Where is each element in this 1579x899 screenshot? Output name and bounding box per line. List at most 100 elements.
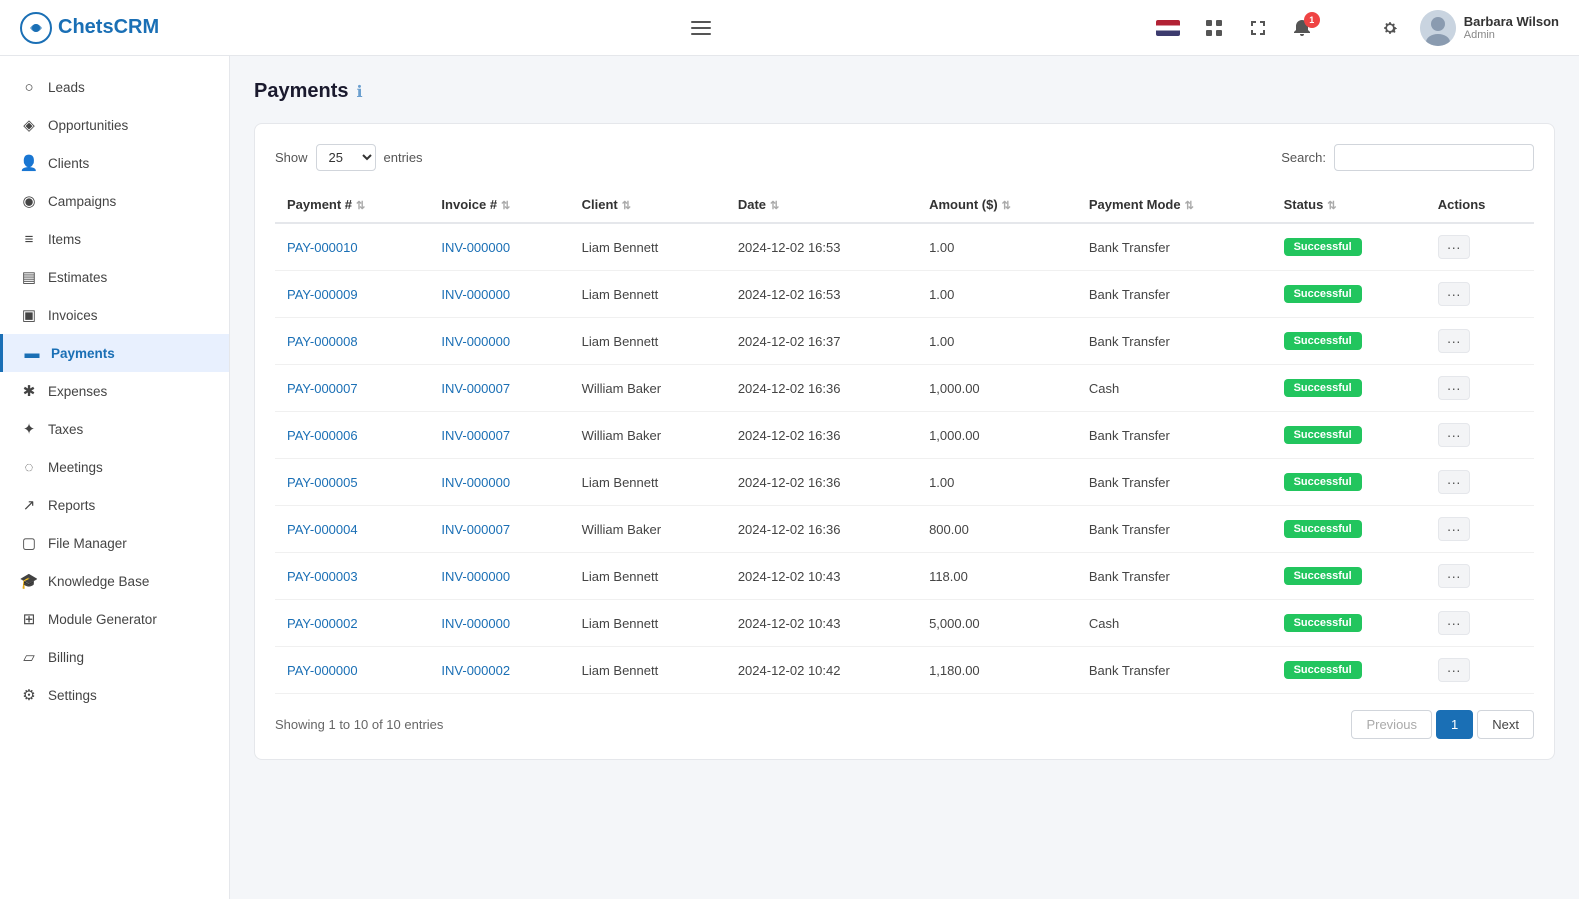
- fullscreen-button[interactable]: [1244, 14, 1272, 42]
- actions-button[interactable]: ···: [1438, 329, 1470, 353]
- sidebar-item-reports[interactable]: ↗Reports: [0, 486, 229, 524]
- cell-payment-mode: Bank Transfer: [1077, 506, 1272, 553]
- sidebar-item-settings[interactable]: ⚙Settings: [0, 676, 229, 714]
- expenses-icon: ✱: [20, 382, 38, 400]
- cell-client: William Baker: [570, 506, 726, 553]
- sidebar-item-payments[interactable]: ▬Payments: [0, 334, 229, 372]
- sidebar-label-meetings: Meetings: [48, 460, 103, 475]
- sidebar-item-items[interactable]: ≡Items: [0, 220, 229, 258]
- payment-link[interactable]: PAY-000004: [287, 522, 358, 537]
- cell-amount: 1,000.00: [917, 365, 1077, 412]
- actions-button[interactable]: ···: [1438, 611, 1470, 635]
- sidebar-item-invoices[interactable]: ▣Invoices: [0, 296, 229, 334]
- invoice-link[interactable]: INV-000002: [441, 663, 510, 678]
- entries-select[interactable]: 102550100: [316, 144, 376, 171]
- sidebar-label-leads: Leads: [48, 80, 85, 95]
- actions-button[interactable]: ···: [1438, 423, 1470, 447]
- invoice-link[interactable]: INV-000007: [441, 522, 510, 537]
- sidebar-item-file-manager[interactable]: ▢File Manager: [0, 524, 229, 562]
- hamburger-button[interactable]: [687, 17, 715, 39]
- sort-icon: ⇅: [356, 199, 365, 212]
- col-client[interactable]: Client⇅: [570, 187, 726, 223]
- search-input[interactable]: [1334, 144, 1534, 171]
- invoice-link[interactable]: INV-000000: [441, 287, 510, 302]
- previous-button[interactable]: Previous: [1351, 710, 1432, 739]
- payment-link[interactable]: PAY-000007: [287, 381, 358, 396]
- invoice-link[interactable]: INV-000000: [441, 334, 510, 349]
- flag-button[interactable]: [1152, 16, 1184, 40]
- sidebar-item-expenses[interactable]: ✱Expenses: [0, 372, 229, 410]
- col-status[interactable]: Status⇅: [1272, 187, 1426, 223]
- status-badge: Successful: [1284, 238, 1362, 256]
- invoice-link[interactable]: INV-000000: [441, 569, 510, 584]
- invoice-link[interactable]: INV-000007: [441, 428, 510, 443]
- actions-button[interactable]: ···: [1438, 235, 1470, 259]
- cell-amount: 118.00: [917, 553, 1077, 600]
- dark-mode-button[interactable]: [1332, 14, 1360, 42]
- app-logo[interactable]: ChetsCRM: [20, 12, 159, 44]
- payment-link[interactable]: PAY-000002: [287, 616, 358, 631]
- col-date[interactable]: Date⇅: [726, 187, 917, 223]
- sidebar-item-knowledge-base[interactable]: 🎓 Knowledge Base: [0, 562, 229, 600]
- invoice-link[interactable]: INV-000007: [441, 381, 510, 396]
- actions-button[interactable]: ···: [1438, 564, 1470, 588]
- app-name: ChetsCRM: [58, 16, 159, 39]
- cell-payment-num: PAY-000006: [275, 412, 429, 459]
- payment-link[interactable]: PAY-000000: [287, 663, 358, 678]
- grid-icon: [1204, 18, 1224, 38]
- invoice-link[interactable]: INV-000000: [441, 616, 510, 631]
- next-button[interactable]: Next: [1477, 710, 1534, 739]
- sidebar-item-leads[interactable]: ○Leads: [0, 68, 229, 106]
- sidebar-item-campaigns[interactable]: ◉Campaigns: [0, 182, 229, 220]
- cell-actions: ···: [1426, 318, 1534, 365]
- sidebar-item-clients[interactable]: 👤Clients: [0, 144, 229, 182]
- payment-link[interactable]: PAY-000009: [287, 287, 358, 302]
- sidebar-label-items: Items: [48, 232, 81, 247]
- user-avatar-area[interactable]: Barbara Wilson Admin: [1420, 10, 1559, 46]
- sidebar-item-module-generator[interactable]: ⊞Module Generator: [0, 600, 229, 638]
- cell-client: Liam Bennett: [570, 600, 726, 647]
- table-row: PAY-000004 INV-000007 William Baker 2024…: [275, 506, 1534, 553]
- payment-link[interactable]: PAY-000005: [287, 475, 358, 490]
- payment-link[interactable]: PAY-000003: [287, 569, 358, 584]
- col-payment_num[interactable]: Payment #⇅: [275, 187, 429, 223]
- invoices-icon: ▣: [20, 306, 38, 324]
- sidebar-item-opportunities[interactable]: ◈Opportunities: [0, 106, 229, 144]
- sidebar-item-estimates[interactable]: ▤Estimates: [0, 258, 229, 296]
- actions-button[interactable]: ···: [1438, 470, 1470, 494]
- knowledge-base-icon: 🎓: [20, 572, 38, 590]
- col-amount[interactable]: Amount ($)⇅: [917, 187, 1077, 223]
- page-1-button[interactable]: 1: [1436, 710, 1473, 739]
- col-invoice_num[interactable]: Invoice #⇅: [429, 187, 569, 223]
- payment-link[interactable]: PAY-000010: [287, 240, 358, 255]
- cell-payment-num: PAY-000004: [275, 506, 429, 553]
- sidebar-item-taxes[interactable]: ✦Taxes: [0, 410, 229, 448]
- apps-button[interactable]: [1200, 14, 1228, 42]
- info-icon[interactable]: ℹ: [357, 82, 363, 102]
- payment-link[interactable]: PAY-000006: [287, 428, 358, 443]
- col-payment_mode[interactable]: Payment Mode⇅: [1077, 187, 1272, 223]
- cell-client: William Baker: [570, 412, 726, 459]
- cell-date: 2024-12-02 16:36: [726, 412, 917, 459]
- actions-button[interactable]: ···: [1438, 658, 1470, 682]
- sidebar-label-knowledge-base: Knowledge Base: [48, 574, 149, 589]
- cell-status: Successful: [1272, 271, 1426, 318]
- payment-link[interactable]: PAY-000008: [287, 334, 358, 349]
- table-row: PAY-000002 INV-000000 Liam Bennett 2024-…: [275, 600, 1534, 647]
- settings-button[interactable]: [1376, 14, 1404, 42]
- actions-button[interactable]: ···: [1438, 376, 1470, 400]
- invoice-link[interactable]: INV-000000: [441, 475, 510, 490]
- cell-payment-mode: Bank Transfer: [1077, 223, 1272, 271]
- sidebar-label-billing: Billing: [48, 650, 84, 665]
- sidebar-item-billing[interactable]: ▱Billing: [0, 638, 229, 676]
- cell-actions: ···: [1426, 459, 1534, 506]
- cell-amount: 1.00: [917, 223, 1077, 271]
- page-title: Payments: [254, 80, 349, 103]
- actions-button[interactable]: ···: [1438, 517, 1470, 541]
- notification-button[interactable]: 1: [1288, 14, 1316, 42]
- cell-payment-num: PAY-000007: [275, 365, 429, 412]
- sidebar-item-meetings[interactable]: ◌Meetings: [0, 448, 229, 486]
- invoice-link[interactable]: INV-000000: [441, 240, 510, 255]
- cell-status: Successful: [1272, 506, 1426, 553]
- actions-button[interactable]: ···: [1438, 282, 1470, 306]
